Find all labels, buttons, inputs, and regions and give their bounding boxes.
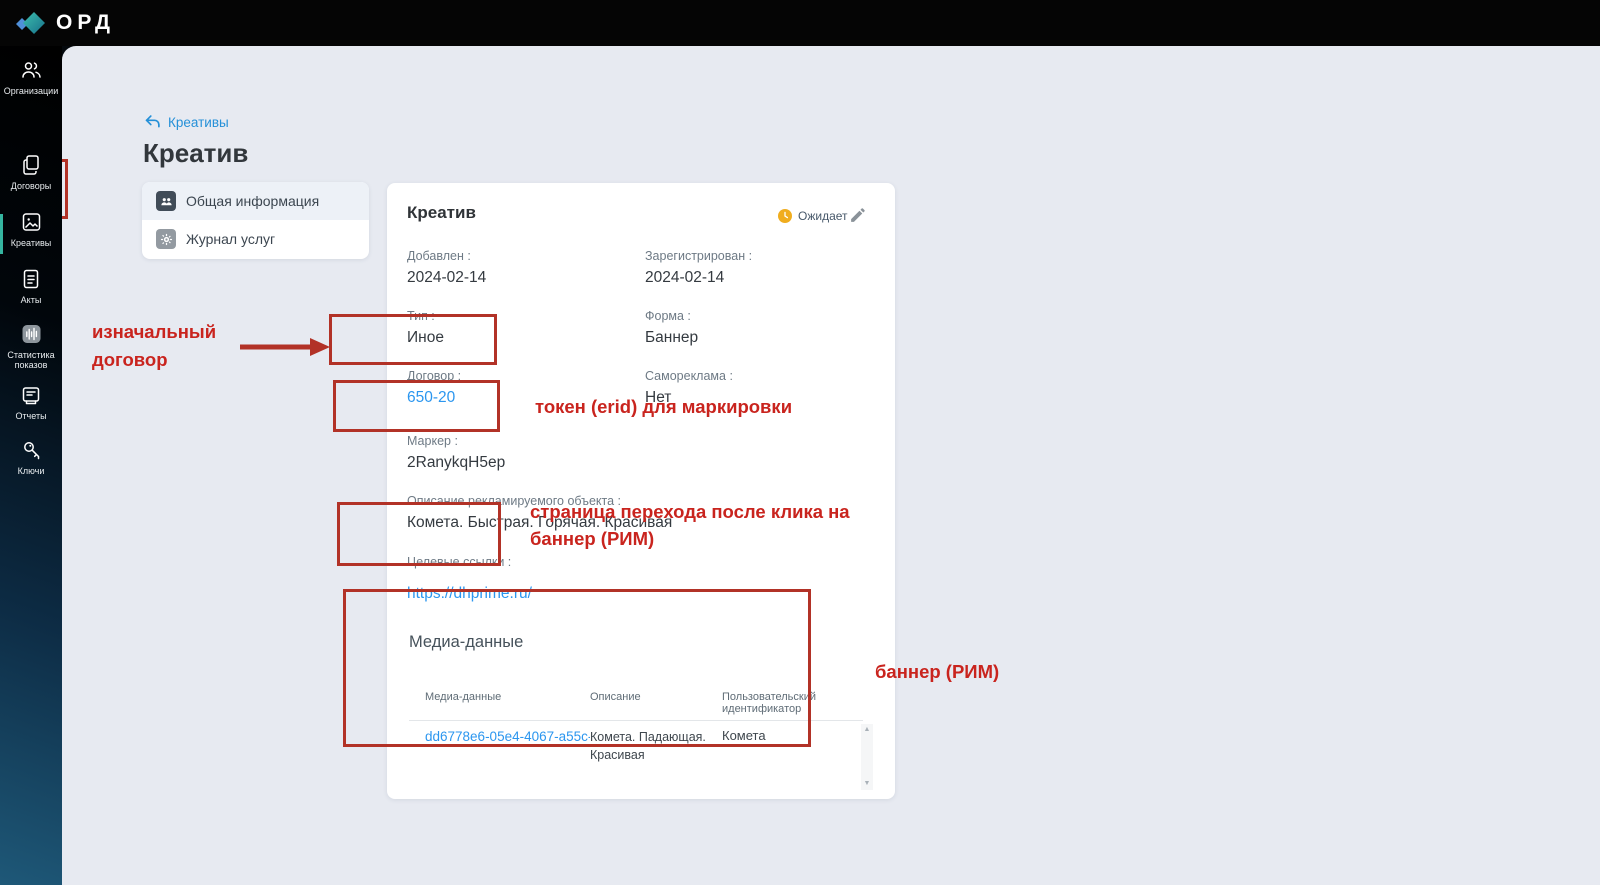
creative-card: Креатив Ожидает Добавлен : 2024-02-14 За… [387,183,895,799]
people-icon [21,62,41,78]
page-title: Креатив [143,138,249,168]
field-label: Добавлен : [407,249,471,263]
logo-diamond-icon [16,12,45,34]
annotation-token: токен (erid) для маркировки [535,396,793,417]
table-divider [409,720,863,721]
back-arrow-icon [145,115,160,128]
clock-icon [778,209,792,223]
sidebar: Организации Договоры Креативы Акты Стати… [0,46,62,885]
media-row-user-id: Комета [722,728,766,743]
annotation-landing: страница перехода после клика на баннер … [530,501,850,549]
field-target-links: Целевые ссылки : https://dhprime.ru/ [407,555,637,603]
equalizer-icon [22,325,40,343]
sidebar-item-organizations[interactable]: Организации [0,58,62,96]
media-col-header: Пользовательский идентификатор [722,691,816,715]
documents-icon [23,155,39,175]
tab-label: Общая информация [186,193,320,209]
annotation-arrow-icon [240,338,330,356]
key-icon [23,442,39,460]
field-value: 2RanykqH5ep [407,454,506,471]
sidebar-item-label: Акты [20,295,42,305]
sidebar-item-label: Организации [3,86,59,96]
sidebar-item-contracts[interactable]: Договоры [0,153,62,191]
main-content: Креативы Креатив Общая информация Журнал… [2,46,1600,885]
field-value: 2024-02-14 [645,269,725,286]
sidebar-item-statistics[interactable]: Статистика показов [0,322,62,370]
field-value: Иное [407,329,444,346]
table-scrollbar[interactable]: ▲ ▼ [861,724,873,790]
tab-panel: Общая информация Журнал услуг [142,182,369,259]
report-icon [22,387,40,405]
breadcrumb[interactable]: Креативы [144,114,229,130]
field-label: Маркер : [407,434,458,448]
breadcrumb-label[interactable]: Креативы [168,115,229,130]
contacts-icon [156,191,176,211]
media-col-header: Описание [590,691,641,703]
status-label: Ожидает [798,209,848,223]
media-row-link[interactable]: dd6778e6-05e4-4067-a55c-ae [425,729,590,744]
image-icon [22,213,40,231]
field-registered: Зарегистрирован : 2024-02-14 [645,249,875,287]
logo-text: ОРД [56,11,115,34]
field-label: Зарегистрирован : [645,249,753,263]
media-row-description: Комета. Падающая. Красивая [590,730,706,762]
field-added: Добавлен : 2024-02-14 [407,249,637,287]
document-icon [23,269,39,289]
field-value: Баннер [645,329,699,346]
sidebar-item-reports[interactable]: Отчеты [0,383,62,421]
gear-icon [156,229,176,249]
tab-general-info[interactable]: Общая информация [142,182,369,220]
field-label: Тип : [407,309,435,323]
pencil-icon [851,208,865,222]
sidebar-item-label: Креативы [10,238,52,248]
scroll-up-icon[interactable]: ▲ [864,724,871,736]
logo: ОРД [14,8,115,38]
media-section-title: Медиа-данные [409,633,524,651]
app-root: ОРД Организации Договоры Креативы Акты С… [0,0,1600,885]
top-bar: ОРД [0,0,1600,46]
field-value: 2024-02-14 [407,269,487,286]
field-label: Форма : [645,309,691,323]
sidebar-item-creatives[interactable]: Креативы [0,210,62,248]
sidebar-item-acts[interactable]: Акты [0,267,62,305]
tab-service-log[interactable]: Журнал услуг [142,220,369,258]
scroll-down-icon[interactable]: ▼ [864,778,871,790]
status-badge: Ожидает [778,209,848,223]
field-label: Самореклама : [645,369,733,383]
target-link[interactable]: https://dhprime.ru/ [407,585,637,603]
annotation-initial-contract: изначальный договор [92,321,217,370]
sidebar-item-label: Статистика показов [7,350,55,370]
card-title: Креатив [407,203,476,222]
field-form: Форма : Баннер [645,309,875,347]
sidebar-item-label: Договоры [10,181,52,191]
field-marker: Маркер : 2RanykqH5ep [407,434,637,472]
media-col-header: Медиа-данные [425,691,502,703]
field-label: Договор : [407,369,462,383]
field-type: Тип : Иное [407,309,637,347]
sidebar-item-label: Ключи [17,466,45,476]
edit-button[interactable] [849,207,869,227]
annotation-banner: баннер (РИМ) [875,661,1000,682]
sidebar-item-keys[interactable]: Ключи [0,438,62,476]
tab-label: Журнал услуг [186,231,276,247]
field-label: Целевые ссылки : [407,555,512,569]
sidebar-item-label: Отчеты [15,411,47,421]
